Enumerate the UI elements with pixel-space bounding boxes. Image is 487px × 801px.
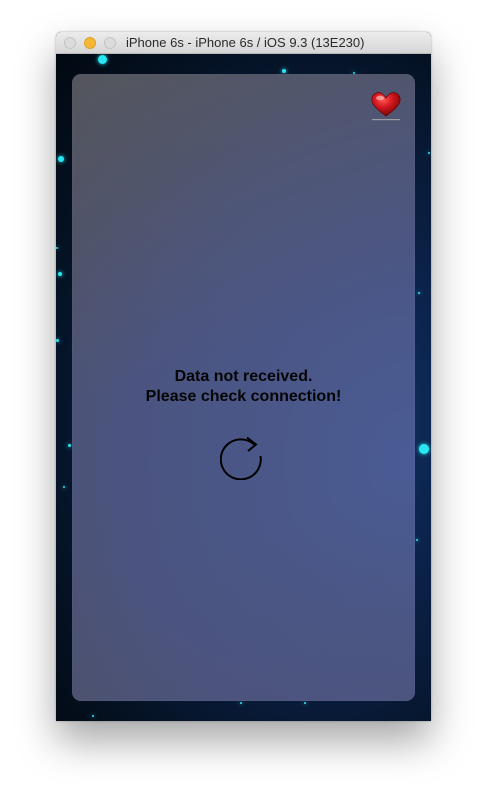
star-particle xyxy=(304,702,306,704)
error-line-1: Data not received. xyxy=(174,368,313,385)
star-particle xyxy=(428,152,430,154)
minimize-window-button[interactable] xyxy=(84,37,96,49)
simulator-window: iPhone 6s - iPhone 6s / iOS 9.3 (13E230) xyxy=(56,32,431,721)
star-particle xyxy=(58,272,62,276)
star-particle xyxy=(98,55,107,64)
star-particle xyxy=(92,715,94,717)
favorite-button[interactable] xyxy=(369,90,403,122)
refresh-icon xyxy=(219,436,266,484)
star-particle xyxy=(58,156,64,162)
star-particle xyxy=(56,339,59,342)
star-particle xyxy=(418,292,420,294)
star-particle xyxy=(56,247,58,249)
star-particle xyxy=(68,444,71,447)
error-line-2: Please check connection! xyxy=(145,388,342,405)
window-title: iPhone 6s - iPhone 6s / iOS 9.3 (13E230) xyxy=(126,35,365,50)
heart-icon xyxy=(369,90,403,122)
device-screen: Data not received. Please check connecti… xyxy=(56,54,431,721)
zoom-window-button[interactable] xyxy=(104,37,116,49)
star-particle xyxy=(419,444,429,454)
reload-button[interactable] xyxy=(219,434,266,481)
star-particle xyxy=(63,486,65,488)
error-message: Data not received. Please check connecti… xyxy=(72,367,415,407)
star-particle xyxy=(282,69,286,73)
star-particle xyxy=(240,702,242,704)
window-titlebar[interactable]: iPhone 6s - iPhone 6s / iOS 9.3 (13E230) xyxy=(56,32,431,54)
star-particle xyxy=(416,539,418,541)
close-window-button[interactable] xyxy=(64,37,76,49)
content-card: Data not received. Please check connecti… xyxy=(72,74,415,701)
